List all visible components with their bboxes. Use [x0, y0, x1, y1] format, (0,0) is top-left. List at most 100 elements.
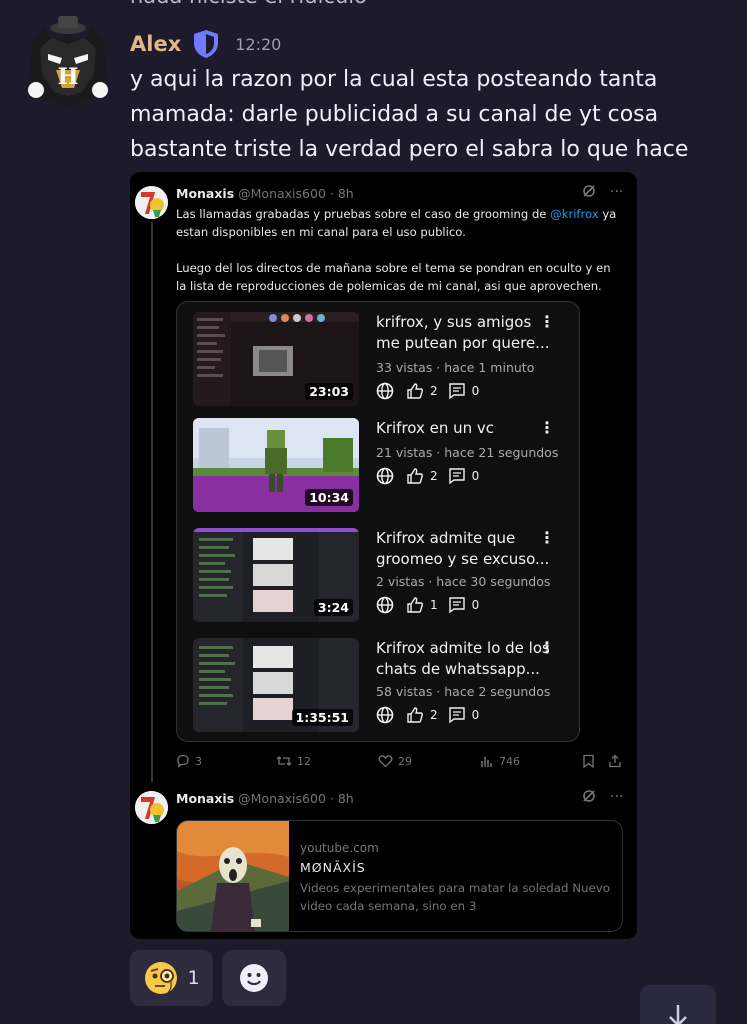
link-domain: youtube.com — [300, 841, 379, 855]
tweet-text-part: Las llamadas grabadas y pruebas sobre el… — [176, 207, 551, 221]
share-icon — [609, 754, 621, 768]
grok-icon[interactable] — [582, 789, 596, 803]
channel-banner-image — [177, 821, 289, 931]
tweet-author-name: Monaxis — [176, 791, 235, 806]
svg-text:H: H — [58, 64, 79, 90]
video-title[interactable]: Krifrox en un vc — [376, 418, 551, 439]
tweet-actions: ··· — [582, 184, 623, 200]
globe-icon — [376, 706, 394, 724]
tweet-actions: ··· — [582, 789, 623, 805]
grok-icon[interactable] — [582, 184, 596, 198]
video-title[interactable]: Krifrox admite que groomeo y se excuso..… — [376, 528, 551, 570]
author-name[interactable]: Alex — [130, 32, 181, 56]
tweet-stats-bar: 3 12 29 746 — [176, 754, 626, 774]
add-reaction-button[interactable] — [222, 950, 286, 1006]
comment-icon[interactable] — [448, 706, 466, 724]
tweet-author-avatar — [135, 186, 168, 219]
video-meta: 33 vistas · hace 1 minuto — [376, 360, 535, 375]
video-meta: 21 vistas · hace 21 segundos — [376, 445, 559, 460]
mention-link[interactable]: @krifrox — [550, 207, 599, 221]
reaction-monocle[interactable]: 1 — [130, 950, 213, 1006]
video-item[interactable]: 1:35:51 Krifrox admite lo de los chats d… — [193, 638, 565, 734]
views-count: 746 — [499, 754, 520, 768]
thumbs-up-icon[interactable] — [406, 382, 424, 400]
video-thumbnail[interactable]: 10:34 — [193, 418, 359, 512]
like-count: 2 — [430, 708, 438, 722]
tweet-author-avatar — [135, 791, 168, 824]
share-button[interactable] — [608, 754, 622, 768]
globe-icon — [376, 382, 394, 400]
video-thumbnail[interactable]: 23:03 — [193, 312, 359, 406]
comment-count: 0 — [471, 384, 480, 398]
reply-count: 3 — [195, 754, 202, 768]
like-count: 2 — [430, 469, 438, 483]
video-thumbnail[interactable]: 3:24 — [193, 528, 359, 622]
monocle-face-icon — [145, 962, 178, 995]
arrow-down-icon — [669, 1005, 687, 1024]
heart-icon — [378, 755, 393, 768]
comment-count: 0 — [471, 598, 480, 612]
video-actions: 1 0 — [376, 596, 479, 614]
video-item[interactable]: 23:03 krifrox, y sus amigos me putean po… — [193, 312, 565, 408]
thumbs-up-icon[interactable] — [406, 467, 424, 485]
video-title[interactable]: Krifrox admite lo de los chats de whatss… — [376, 638, 551, 680]
tweet-handle: @Monaxis600 · 8h — [238, 186, 354, 201]
user-avatar[interactable]: H — [22, 14, 114, 106]
message-header: Alex 12:20 — [130, 28, 281, 60]
jump-to-bottom-button[interactable] — [640, 985, 716, 1024]
add-reaction-icon — [240, 964, 268, 992]
message-timestamp: 12:20 — [235, 34, 282, 54]
video-thumbnail[interactable]: 1:35:51 — [193, 638, 359, 732]
video-title[interactable]: krifrox, y sus amigos me putean por quer… — [376, 312, 551, 354]
reply-icon — [177, 754, 189, 768]
tweet-text-paragraph: Luego del los directos de mañana sobre e… — [176, 261, 611, 293]
globe-icon — [376, 596, 394, 614]
more-options-icon[interactable]: ··· — [610, 789, 623, 805]
video-more-icon[interactable]: ⋮ — [539, 530, 555, 546]
tweet-text: Las llamadas grabadas y pruebas sobre el… — [176, 205, 621, 295]
comment-count: 0 — [471, 469, 480, 483]
video-actions: 2 0 — [376, 706, 479, 724]
comment-count: 0 — [471, 708, 480, 722]
previous-message-text: nada hiciste el ridiculo — [130, 0, 367, 8]
video-duration: 1:35:51 — [291, 709, 353, 726]
tweet-author-line: Monaxis @Monaxis600 · 8h — [176, 186, 354, 201]
youtube-video-list[interactable]: 23:03 krifrox, y sus amigos me putean po… — [176, 301, 580, 742]
tweet-author-line: Monaxis @Monaxis600 · 8h — [176, 791, 354, 806]
reaction-count: 1 — [187, 967, 200, 989]
thumbs-up-icon[interactable] — [406, 706, 424, 724]
thread-line — [151, 222, 153, 782]
video-item[interactable]: 10:34 Krifrox en un vc 21 vistas · hace … — [193, 418, 565, 514]
thumbs-up-icon[interactable] — [406, 596, 424, 614]
embedded-image[interactable]: Monaxis @Monaxis600 · 8h ··· Las llamada… — [130, 172, 637, 939]
video-item[interactable]: 3:24 Krifrox admite que groomeo y se exc… — [193, 528, 565, 624]
like-count: 1 — [430, 598, 438, 612]
views-chart-icon — [481, 757, 492, 767]
video-duration: 23:03 — [305, 383, 353, 400]
globe-icon — [376, 467, 394, 485]
comment-icon[interactable] — [448, 596, 466, 614]
like-count: 29 — [398, 754, 412, 768]
tweet-handle: @Monaxis600 · 8h — [238, 791, 354, 806]
comment-icon[interactable] — [448, 467, 466, 485]
like-button[interactable]: 29 — [378, 754, 412, 768]
video-more-icon[interactable]: ⋮ — [539, 314, 555, 330]
bookmark-button[interactable] — [582, 754, 595, 768]
video-duration: 3:24 — [313, 599, 353, 616]
link-title[interactable]: MØNĀXÍS — [300, 860, 366, 875]
video-more-icon[interactable]: ⋮ — [539, 420, 555, 436]
retweet-button[interactable]: 12 — [276, 754, 311, 768]
message-text: y aqui la razon por la cual esta postean… — [130, 67, 689, 162]
reply-button[interactable]: 3 — [176, 754, 202, 768]
shield-icon[interactable] — [191, 28, 221, 60]
views-button[interactable]: 746 — [480, 754, 520, 768]
youtube-link-card[interactable]: youtube.com MØNĀXÍS Videos experimentale… — [176, 820, 623, 932]
video-meta: 2 vistas · hace 30 segundos — [376, 574, 551, 589]
video-duration: 10:34 — [305, 489, 353, 506]
more-options-icon[interactable]: ··· — [610, 184, 623, 200]
video-more-icon[interactable]: ⋮ — [539, 640, 555, 656]
tweet-author-name: Monaxis — [176, 186, 235, 201]
video-actions: 2 0 — [376, 467, 479, 485]
like-count: 2 — [430, 384, 438, 398]
comment-icon[interactable] — [448, 382, 466, 400]
